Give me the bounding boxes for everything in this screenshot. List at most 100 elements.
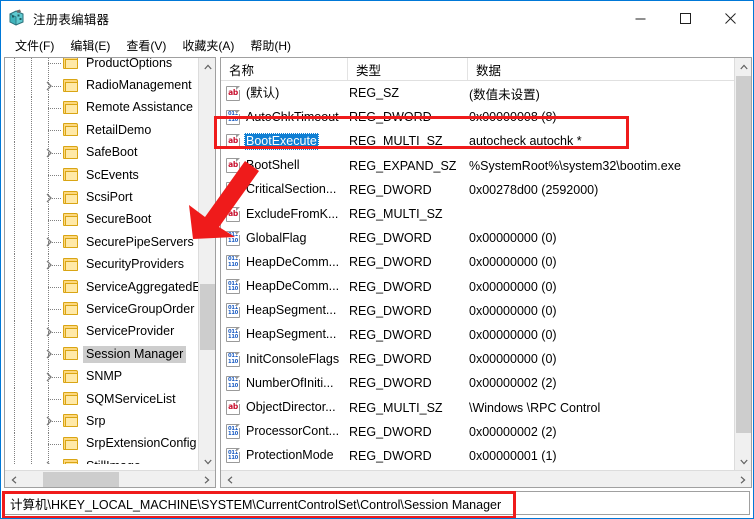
tree-horizontal-scrollbar[interactable] [5, 470, 215, 487]
table-row[interactable]: 011110HeapDeComm...REG_DWORD0x00000000 (… [221, 250, 735, 274]
table-row[interactable]: abObjectDirector...REG_MULTI_SZ\Windows … [221, 395, 735, 419]
chevron-right-icon[interactable] [43, 80, 55, 92]
chevron-right-icon[interactable] [43, 371, 55, 383]
registry-tree-panel[interactable]: ProductOptionsRadioManagementRemote Assi… [4, 57, 216, 488]
tree-scroll-left-button[interactable] [5, 471, 22, 488]
table-row[interactable]: 011110ProtectionModeREG_DWORD0x00000001 … [221, 444, 735, 468]
dword-value-icon: 011110 [226, 424, 240, 439]
tree-item-serviceprovider[interactable]: ServiceProvider [5, 321, 199, 343]
column-name[interactable]: 名称 [221, 58, 348, 80]
table-row[interactable]: abBootShellREG_EXPAND_SZ%SystemRoot%\sys… [221, 154, 735, 178]
tree-indent-guides [5, 119, 63, 141]
tree-indent-guides [5, 254, 63, 276]
value-data: 0x00000000 (0) [469, 304, 735, 318]
tree-indent-guides [5, 365, 63, 387]
chevron-right-icon[interactable] [43, 236, 55, 248]
tree-item-safeboot[interactable]: SafeBoot [5, 142, 199, 164]
tree-scroll-up-button[interactable] [199, 58, 216, 75]
tree-item-securityproviders[interactable]: SecurityProviders [5, 254, 199, 276]
registry-editor-window: 注册表编辑器 文件(F)编辑(E)查看(V)收藏夹(A)帮助(H) Produc… [0, 0, 754, 519]
tree-item-sqmservicelist[interactable]: SQMServiceList [5, 388, 199, 410]
list-scroll-down-button[interactable] [735, 453, 752, 470]
table-row[interactable]: 011110ProcessorCont...REG_DWORD0x0000000… [221, 420, 735, 444]
registry-editor-icon [8, 9, 26, 27]
tree-item-srp[interactable]: Srp [5, 410, 199, 432]
value-name-cell: abBootExecute [221, 133, 349, 150]
table-row[interactable]: 011110HeapSegment...REG_DWORD0x00000000 … [221, 299, 735, 323]
list-vertical-scrollbar[interactable] [734, 58, 751, 470]
table-row[interactable]: 011110HeapDeComm...REG_DWORD0x00000000 (… [221, 275, 735, 299]
table-row[interactable]: 011110HeapSegment...REG_DWORD0x00000000 … [221, 323, 735, 347]
tree-scroll-right-button[interactable] [198, 471, 215, 488]
menu-view[interactable]: 查看(V) [118, 35, 174, 57]
value-type: REG_MULTI_SZ [349, 134, 469, 148]
chevron-right-icon[interactable] [43, 147, 55, 159]
tree-item-remote-assistance[interactable]: Remote Assistance [5, 97, 199, 119]
tree-item-securepipeservers[interactable]: SecurePipeServers [5, 231, 199, 253]
tree-item-session-manager[interactable]: Session Manager [5, 343, 199, 365]
registry-values-panel[interactable]: 名称类型数据 ab(默认)REG_SZ(数值未设置)011110AutoChkT… [220, 57, 752, 488]
tree-item-snmp[interactable]: SNMP [5, 365, 199, 387]
table-row[interactable]: abBootExecuteREG_MULTI_SZautocheck autoc… [221, 129, 735, 153]
tree-item-servicegrouporder[interactable]: ServiceGroupOrder [5, 298, 199, 320]
tree-item-label: ScsiPort [83, 189, 136, 206]
value-data: 0x00000000 (0) [469, 352, 735, 366]
chevron-right-icon[interactable] [43, 415, 55, 427]
tree-scroll-down-button[interactable] [199, 453, 216, 470]
list-scroll-left-button[interactable] [221, 471, 238, 488]
minimize-button[interactable] [618, 1, 663, 35]
value-name: ExcludeFromK... [244, 206, 340, 223]
tree-item-secureboot[interactable]: SecureBoot [5, 209, 199, 231]
column-type[interactable]: 类型 [348, 58, 468, 80]
menu-help[interactable]: 帮助(H) [242, 35, 299, 57]
table-row[interactable]: 011110GlobalFlagREG_DWORD0x00000000 (0) [221, 226, 735, 250]
table-row[interactable]: ab(默认)REG_SZ(数值未设置) [221, 81, 735, 105]
tree-indent-guides [5, 97, 63, 119]
maximize-button[interactable] [663, 1, 708, 35]
table-row[interactable]: 011110CriticalSection...REG_DWORD0x00278… [221, 178, 735, 202]
list-scroll-up-button[interactable] [735, 58, 752, 75]
folder-icon [63, 258, 79, 272]
tree-item-retaildemo[interactable]: RetailDemo [5, 119, 199, 141]
tree-item-scsiport[interactable]: ScsiPort [5, 186, 199, 208]
list-horizontal-scrollbar[interactable] [221, 470, 751, 487]
tree-item-scevents[interactable]: ScEvents [5, 164, 199, 186]
tree-indent-guides [5, 343, 63, 365]
chevron-right-icon[interactable] [43, 460, 55, 464]
value-data: autocheck autochk * [469, 134, 735, 148]
column-data[interactable]: 数据 [468, 58, 752, 80]
close-button[interactable] [708, 1, 753, 35]
tree-item-srpextensionconfig[interactable]: SrpExtensionConfig [5, 433, 199, 455]
folder-icon [63, 57, 79, 70]
chevron-right-icon[interactable] [43, 259, 55, 271]
tree-item-label: ServiceGroupOrder [83, 301, 197, 318]
tree-item-stillimage[interactable]: StillImage [5, 455, 199, 464]
value-name: ProtectionMode [244, 447, 336, 464]
folder-icon [63, 280, 79, 294]
table-row[interactable]: 011110InitConsoleFlagsREG_DWORD0x0000000… [221, 347, 735, 371]
tree-hscrollbar-thumb[interactable] [43, 472, 119, 487]
chevron-right-icon[interactable] [43, 192, 55, 204]
table-row[interactable]: 011110NumberOfIniti...REG_DWORD0x0000000… [221, 371, 735, 395]
value-name: InitConsoleFlags [244, 351, 341, 368]
dword-value-icon: 011110 [226, 303, 240, 318]
list-scrollbar-thumb[interactable] [736, 76, 751, 433]
table-row[interactable]: abExcludeFromK...REG_MULTI_SZ [221, 202, 735, 226]
tree-vertical-scrollbar[interactable] [198, 58, 215, 470]
chevron-right-icon[interactable] [43, 348, 55, 360]
dword-value-icon: 011110 [226, 376, 240, 391]
tree-item-serviceaggregatedevents[interactable]: ServiceAggregatedEvents [5, 276, 199, 298]
folder-icon [63, 146, 79, 160]
table-row[interactable]: 011110AutoChkTimeoutREG_DWORD0x00000008 … [221, 105, 735, 129]
tree-item-radiomanagement[interactable]: RadioManagement [5, 74, 199, 96]
list-scroll-right-button[interactable] [734, 471, 751, 488]
menu-favorites[interactable]: 收藏夹(A) [174, 35, 242, 57]
menu-file[interactable]: 文件(F) [7, 35, 62, 57]
chevron-right-icon[interactable] [43, 326, 55, 338]
tree-scrollbar-thumb[interactable] [200, 284, 215, 350]
folder-icon [63, 213, 79, 227]
tree-item-productoptions[interactable]: ProductOptions [5, 57, 199, 74]
menu-edit[interactable]: 编辑(E) [62, 35, 118, 57]
value-name-cell: 011110ProcessorCont... [221, 423, 349, 440]
status-bar: 计算机\HKEY_LOCAL_MACHINE\SYSTEM\CurrentCon… [4, 491, 750, 515]
